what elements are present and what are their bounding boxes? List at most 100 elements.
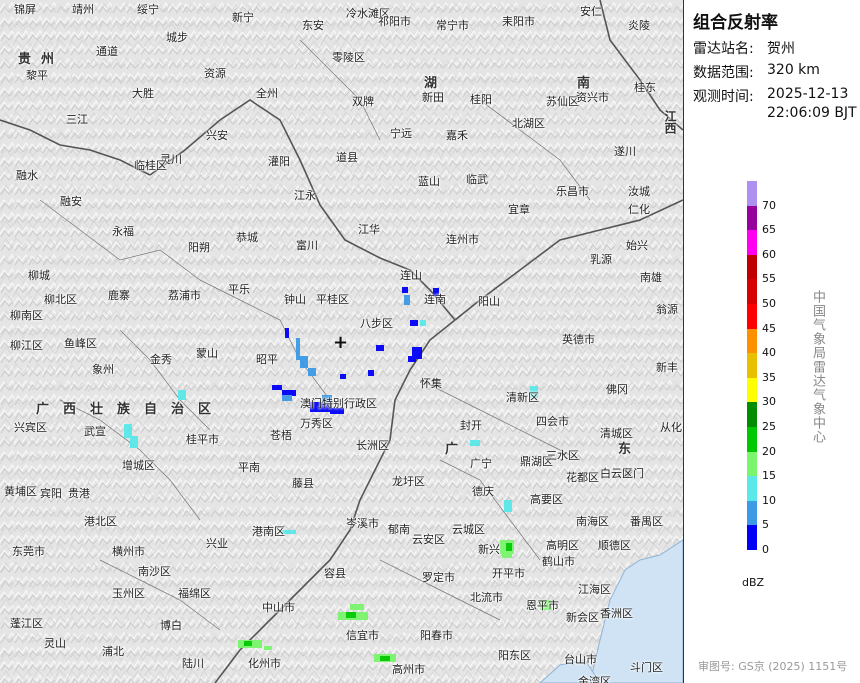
- place-label: 四会市: [536, 415, 569, 428]
- place-label: 新田: [422, 91, 444, 104]
- station-label: 雷达站名:: [693, 41, 754, 57]
- place-label: 安仁: [580, 5, 602, 18]
- place-label: 苍梧: [270, 429, 292, 442]
- legend-color-cell: [747, 304, 757, 329]
- legend-color-cell: [747, 205, 757, 231]
- legend-label: 70: [762, 198, 776, 212]
- place-label: 嘉禾: [446, 129, 468, 142]
- place-label: 昭平: [256, 353, 278, 366]
- legend-color-cell: [747, 377, 757, 403]
- place-label: 博白: [160, 619, 182, 632]
- place-label: 兴安: [206, 129, 228, 142]
- place-label: 绥宁: [137, 3, 159, 16]
- place-label: 零陵区: [332, 51, 365, 64]
- range-row: 数据范围: 320 km: [693, 62, 820, 82]
- place-label: 双牌: [352, 95, 374, 108]
- legend-label: 55: [762, 272, 776, 286]
- product-title: 组合反射率: [693, 13, 778, 33]
- legend-unit: dBZ: [742, 576, 765, 589]
- place-label: 江海区: [578, 583, 611, 596]
- place-label: 开平市: [492, 567, 525, 580]
- legend-label: 10: [762, 493, 776, 507]
- place-label: 连山: [400, 269, 422, 282]
- legend-label: 15: [762, 469, 776, 483]
- place-label: 港南区: [252, 525, 285, 538]
- place-label: 番禺区: [630, 515, 663, 528]
- legend-label: 40: [762, 346, 776, 360]
- place-label: 锦屏: [14, 3, 36, 16]
- place-label: 恭城: [236, 231, 258, 244]
- place-label: 鹤山市: [542, 555, 575, 568]
- place-label: 鱼峰区: [64, 337, 97, 350]
- time-label: 观测时间:: [693, 89, 754, 105]
- place-label: 宾阳: [40, 487, 62, 500]
- place-label: 乳源: [590, 253, 612, 266]
- range-label: 数据范围:: [693, 65, 754, 81]
- place-label: 高要区: [530, 493, 563, 506]
- legend-color-cell: [747, 353, 757, 379]
- place-label: 仁化: [628, 203, 650, 216]
- time-row: 观测时间: 2025-12-13: [693, 86, 848, 106]
- place-label: 新兴: [478, 543, 500, 556]
- place-label: 遂川: [614, 145, 636, 158]
- place-label: 新会区: [566, 611, 599, 624]
- place-label: 黎平: [26, 69, 48, 82]
- place-label: 象州: [92, 363, 114, 376]
- place-label: 贵港: [68, 487, 90, 500]
- place-label: 平桂区: [316, 293, 349, 306]
- place-label: 道县: [336, 151, 358, 164]
- place-label: 新宁: [232, 11, 254, 24]
- legend-color-cell: [747, 525, 757, 551]
- place-label: 柳城: [28, 269, 50, 282]
- place-label: 融水: [16, 169, 38, 182]
- radar-map[interactable]: + 贵州 湖南 广西壮族自治区 广东 江西 锦屏靖州绥宁新宁东安冷水滩区祁阳市常…: [0, 0, 684, 683]
- place-label: 汝城: [628, 185, 650, 198]
- place-label: 广宁: [470, 457, 492, 470]
- place-label: 港北区: [84, 515, 117, 528]
- place-label: 富川: [296, 239, 318, 252]
- place-label: 岑溪市: [346, 517, 379, 530]
- place-label: 永福: [112, 225, 134, 238]
- place-label: 南沙区: [138, 565, 171, 578]
- place-label: 融安: [60, 195, 82, 208]
- place-label: 增城区: [122, 459, 155, 472]
- legend-color-cell: [747, 427, 757, 452]
- place-label: 云城区: [452, 523, 485, 536]
- place-label: 浦北: [102, 645, 124, 658]
- legend-color-cell: [747, 451, 757, 477]
- info-panel: 组合反射率 雷达站名: 贺州 数据范围: 320 km 观测时间: 2025-1…: [684, 0, 860, 683]
- legend-color-cell: [747, 279, 757, 305]
- place-label: 八步区: [360, 317, 393, 330]
- place-label: 阳朔: [188, 241, 210, 254]
- place-label: 蓝山: [418, 175, 440, 188]
- place-label: 乐昌市: [556, 185, 589, 198]
- place-label: 钟山: [284, 293, 306, 306]
- place-label: 白云区: [600, 467, 633, 480]
- place-label: 柳南区: [10, 309, 43, 322]
- place-label: 兴业: [206, 537, 228, 550]
- place-label: 炎陵: [628, 19, 650, 32]
- province-label-jiangxi: 江西: [663, 110, 677, 134]
- place-label: 中山市: [262, 601, 295, 614]
- place-label: 恩平市: [526, 599, 559, 612]
- place-label: 靖州: [72, 3, 94, 16]
- place-label: 全州: [256, 87, 278, 100]
- place-label: 江永: [294, 189, 316, 202]
- place-label: 武宣: [84, 425, 106, 438]
- place-label: 清城区: [600, 427, 633, 440]
- legend-color-cell: [747, 254, 757, 280]
- place-label: 北流市: [470, 591, 503, 604]
- place-label: 黄埔区: [4, 485, 37, 498]
- place-label: 福绵区: [178, 587, 211, 600]
- place-label: 桂东: [634, 81, 656, 94]
- legend-label: 65: [762, 223, 776, 237]
- province-label-guizhou: 贵州: [18, 52, 65, 67]
- place-label: 平乐: [228, 283, 250, 296]
- place-label: 耒阳市: [502, 15, 535, 28]
- place-label: 东安: [302, 19, 324, 32]
- station-row: 雷达站名: 贺州: [693, 38, 795, 58]
- legend-color-cell: [747, 500, 757, 526]
- place-label: 兴宾区: [14, 421, 47, 434]
- place-label: 常宁市: [436, 19, 469, 32]
- legend-label: 20: [762, 444, 776, 458]
